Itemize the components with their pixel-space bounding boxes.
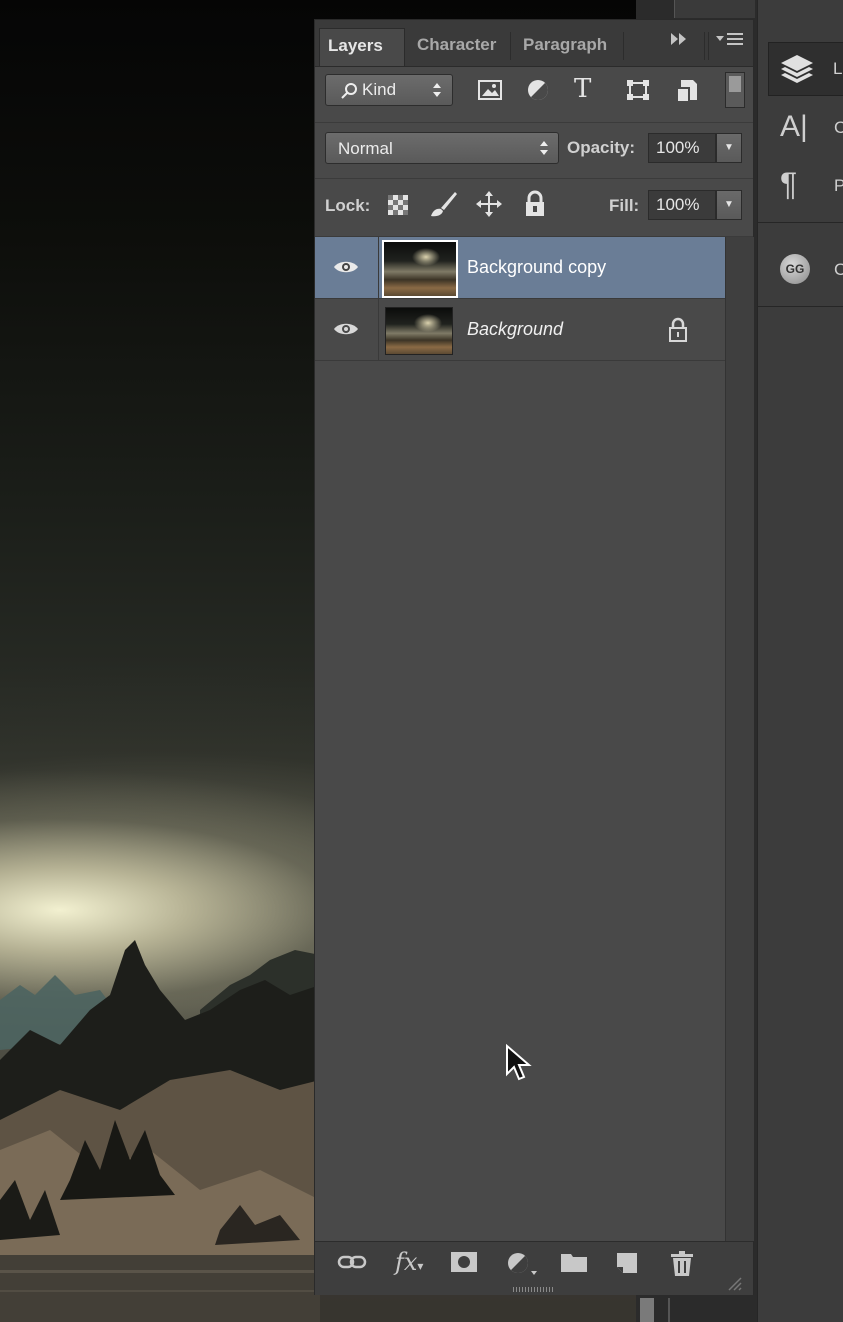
double-chevron-right-icon[interactable] <box>669 30 689 53</box>
layer-name[interactable]: Background copy <box>467 257 606 278</box>
lock-icon <box>669 317 687 342</box>
lock-all-icon[interactable] <box>523 190 547 223</box>
dock-item-paragraph[interactable]: ¶ P <box>758 158 843 218</box>
options-bar-fragment <box>674 0 755 18</box>
folder-icon[interactable] <box>560 1251 588 1279</box>
layers-panel: Layers Character Paragraph Kind T Normal… <box>314 19 754 1295</box>
dock-item-layers[interactable]: L <box>768 42 843 96</box>
panel-tab-bar: Layers Character Paragraph <box>315 20 753 67</box>
tab-separator <box>623 32 624 60</box>
blend-opacity-row: Normal Opacity: 100% ▼ <box>315 122 753 179</box>
tab-paragraph[interactable]: Paragraph <box>515 28 625 66</box>
pixel-filter-icon[interactable] <box>477 78 503 107</box>
tab-separator <box>704 32 705 60</box>
filter-kind-dropdown[interactable]: Kind <box>325 74 453 106</box>
layers-scrollbar-track[interactable] <box>725 237 754 1241</box>
filter-toggle-switch[interactable] <box>725 72 745 108</box>
layers-icon <box>781 55 813 83</box>
blend-mode-dropdown[interactable]: Normal <box>325 132 559 164</box>
vertical-scrollbar-thumb[interactable] <box>640 1298 654 1322</box>
dock-label: C <box>834 260 843 279</box>
lock-image-icon[interactable] <box>427 190 459 223</box>
dock-divider <box>758 306 843 307</box>
opacity-field[interactable]: 100% <box>648 133 716 163</box>
fx-label: fx <box>395 1248 418 1276</box>
fill-label: Fill: <box>609 196 640 215</box>
dock-item-glyphs[interactable]: GG C <box>758 240 843 300</box>
dock-label: P <box>834 176 843 195</box>
tab-character[interactable]: Character <box>409 28 511 66</box>
trash-icon[interactable] <box>670 1251 694 1283</box>
glyphs-icon: GG <box>780 254 810 284</box>
link-icon[interactable] <box>337 1251 367 1277</box>
paragraph-icon: ¶ <box>780 166 798 202</box>
updown-arrows-icon <box>540 141 548 155</box>
eye-icon <box>334 323 358 335</box>
dock-item-character[interactable]: A| C <box>758 100 843 160</box>
new-layer-icon[interactable] <box>615 1251 639 1281</box>
layers-bottom-toolbar: fx▾ <box>315 1241 753 1295</box>
opacity-slider-toggle[interactable]: ▼ <box>716 133 742 163</box>
layer-row-background[interactable]: Background <box>315 299 725 361</box>
filter-row: Kind T <box>315 66 753 123</box>
lock-label: Lock: <box>325 196 371 215</box>
character-icon: A| <box>780 110 808 143</box>
divider <box>668 1298 670 1322</box>
lock-position-icon[interactable] <box>475 190 503 223</box>
type-filter-icon[interactable]: T <box>574 74 591 104</box>
dock-label: C <box>834 118 843 137</box>
eye-icon <box>334 261 358 273</box>
layer-thumbnail[interactable] <box>385 307 453 355</box>
updown-arrows-icon <box>433 83 441 97</box>
opacity-label: Opacity: <box>567 138 636 157</box>
lock-fill-row: Lock: Fill: 100% ▼ <box>315 178 753 237</box>
resize-grip-icon[interactable] <box>727 1272 743 1298</box>
smart-object-filter-icon[interactable] <box>675 76 701 109</box>
mouse-cursor-icon <box>506 1044 532 1081</box>
tab-separator <box>510 32 511 60</box>
search-icon <box>341 83 357 99</box>
visibility-toggle[interactable] <box>315 299 379 361</box>
fx-icon[interactable]: fx▾ <box>395 1248 423 1276</box>
shape-filter-icon[interactable] <box>625 78 651 107</box>
dock-label: L <box>833 59 843 78</box>
filter-kind-label: Kind <box>362 80 397 99</box>
adjustment-filter-icon[interactable] <box>526 78 550 107</box>
lock-transparent-icon[interactable] <box>387 194 409 221</box>
visibility-toggle[interactable] <box>315 237 379 299</box>
tab-separator <box>708 32 709 60</box>
collapsed-panel-dock: L A| C ¶ P GG C <box>757 0 843 1322</box>
blend-mode-value: Normal <box>338 139 393 158</box>
fill-field[interactable]: 100% <box>648 190 716 220</box>
layer-row-background-copy[interactable]: Background copy <box>315 237 725 299</box>
tab-layers[interactable]: Layers <box>319 28 405 66</box>
mask-icon[interactable] <box>450 1251 478 1279</box>
layer-thumbnail[interactable] <box>382 240 458 298</box>
adjustment-icon[interactable] <box>505 1251 539 1283</box>
fill-slider-toggle[interactable]: ▼ <box>716 190 742 220</box>
panel-menu-icon[interactable] <box>715 30 745 53</box>
panel-drag-grip[interactable] <box>513 1287 553 1292</box>
dock-divider <box>758 222 843 223</box>
layer-name[interactable]: Background <box>467 319 563 340</box>
